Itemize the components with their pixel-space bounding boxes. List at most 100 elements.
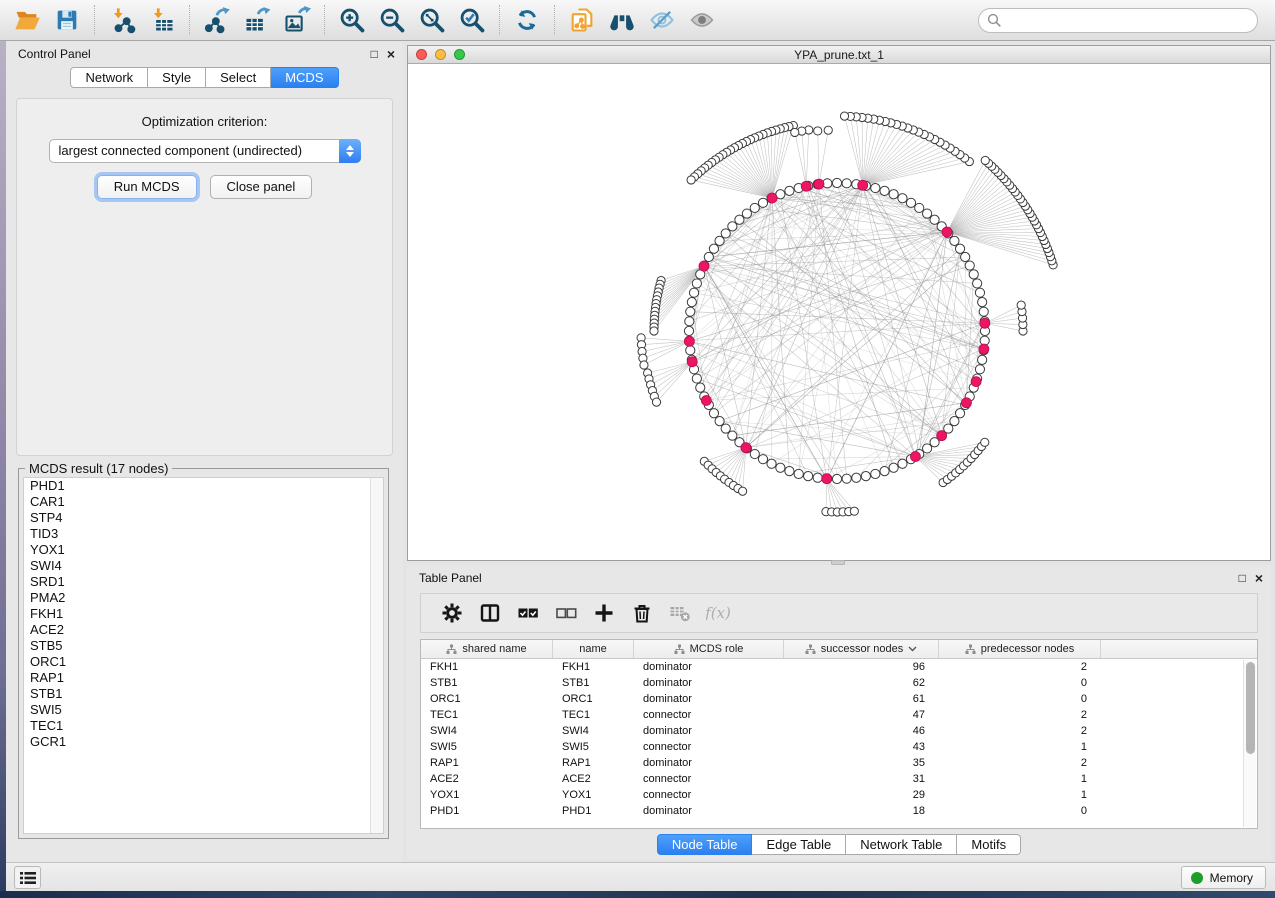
network-node[interactable] xyxy=(850,507,858,515)
network-node[interactable] xyxy=(758,455,767,464)
network-node[interactable] xyxy=(758,198,767,207)
network-node[interactable] xyxy=(785,186,794,195)
cell-predecessor-nodes[interactable]: 2 xyxy=(939,707,1101,723)
network-node[interactable] xyxy=(785,467,794,476)
tab-motifs[interactable]: Motifs xyxy=(957,834,1021,855)
network-window-titlebar[interactable]: YPA_prune.txt_1 xyxy=(408,46,1270,64)
add-row-button[interactable] xyxy=(585,597,623,629)
search-input[interactable] xyxy=(978,8,1258,33)
tab-select[interactable]: Select xyxy=(206,67,271,88)
network-hub-node-selected[interactable] xyxy=(937,431,947,441)
cell-name[interactable]: ACE2 xyxy=(553,771,634,787)
network-node[interactable] xyxy=(684,326,693,335)
table-row[interactable]: ORC1ORC1dominator610 xyxy=(421,691,1257,707)
network-node[interactable] xyxy=(692,374,701,383)
search-binoculars-button[interactable] xyxy=(602,3,642,37)
network-hub-node-selected[interactable] xyxy=(858,180,868,190)
cell-name[interactable]: YOX1 xyxy=(553,787,634,803)
network-node[interactable] xyxy=(692,279,701,288)
import-network-button[interactable] xyxy=(102,3,142,37)
network-hub-node-selected[interactable] xyxy=(741,443,751,453)
network-hub-node-selected[interactable] xyxy=(699,261,709,271)
column-header-successor-nodes[interactable]: successor nodes xyxy=(784,640,939,658)
result-list-item[interactable]: SWI4 xyxy=(24,558,383,574)
cell-shared-name[interactable]: PHD1 xyxy=(421,803,553,819)
result-list-item[interactable]: TID3 xyxy=(24,526,383,542)
cell-mcds-role[interactable]: dominator xyxy=(634,803,784,819)
cell-shared-name[interactable]: ACE2 xyxy=(421,771,553,787)
network-node[interactable] xyxy=(950,236,959,245)
cell-shared-name[interactable]: SWI5 xyxy=(421,739,553,755)
import-table-button[interactable] xyxy=(142,3,182,37)
tab-edge-table[interactable]: Edge Table xyxy=(752,834,846,855)
network-node[interactable] xyxy=(981,438,989,446)
cell-name[interactable]: ORC1 xyxy=(553,691,634,707)
network-node[interactable] xyxy=(889,190,898,199)
column-header-name[interactable]: name xyxy=(553,640,634,658)
zoom-fit-button[interactable] xyxy=(412,3,452,37)
network-hub-node-selected[interactable] xyxy=(910,452,920,462)
network-node[interactable] xyxy=(750,449,759,458)
cell-predecessor-nodes[interactable]: 2 xyxy=(939,755,1101,771)
cell-predecessor-nodes[interactable]: 2 xyxy=(939,659,1101,675)
result-list-item[interactable]: ORC1 xyxy=(24,654,383,670)
network-node[interactable] xyxy=(978,355,987,364)
network-node[interactable] xyxy=(804,472,813,481)
network-node[interactable] xyxy=(861,472,870,481)
cell-shared-name[interactable]: YOX1 xyxy=(421,787,553,803)
result-list-item[interactable]: YOX1 xyxy=(24,542,383,558)
network-node[interactable] xyxy=(685,317,694,326)
result-list-item[interactable]: PMA2 xyxy=(24,590,383,606)
table-row[interactable]: SWI5SWI5connector431 xyxy=(421,739,1257,755)
export-image-button[interactable] xyxy=(277,3,317,37)
network-hub-node-selected[interactable] xyxy=(979,344,989,354)
maximize-window-icon[interactable] xyxy=(454,49,465,60)
network-node[interactable] xyxy=(898,194,907,203)
column-header-mcds-role[interactable]: MCDS role xyxy=(634,640,784,658)
export-table-button[interactable] xyxy=(237,3,277,37)
result-list-item[interactable]: FKH1 xyxy=(24,606,383,622)
cell-successor-nodes[interactable]: 31 xyxy=(784,771,939,787)
network-hub-node-selected[interactable] xyxy=(980,318,990,328)
network-node[interactable] xyxy=(814,127,822,135)
network-node[interactable] xyxy=(686,346,695,355)
show-all-button[interactable] xyxy=(682,3,722,37)
cell-successor-nodes[interactable]: 46 xyxy=(784,723,939,739)
table-row[interactable]: STB1STB1dominator620 xyxy=(421,675,1257,691)
result-list-item[interactable]: PHD1 xyxy=(24,478,383,494)
table-row[interactable]: PHD1PHD1dominator180 xyxy=(421,803,1257,819)
select-all-checkboxes-button[interactable] xyxy=(509,597,547,629)
cell-name[interactable]: SWI5 xyxy=(553,739,634,755)
network-node[interactable] xyxy=(922,209,931,218)
cell-predecessor-nodes[interactable]: 1 xyxy=(939,771,1101,787)
network-node[interactable] xyxy=(955,244,964,253)
cell-successor-nodes[interactable]: 18 xyxy=(784,803,939,819)
network-graph-canvas[interactable] xyxy=(408,64,1270,560)
result-list-item[interactable]: TEC1 xyxy=(24,718,383,734)
cell-successor-nodes[interactable]: 43 xyxy=(784,739,939,755)
result-list-item[interactable]: GCR1 xyxy=(24,734,383,750)
network-node[interactable] xyxy=(776,463,785,472)
cell-predecessor-nodes[interactable]: 0 xyxy=(939,675,1101,691)
cell-name[interactable]: FKH1 xyxy=(553,659,634,675)
network-node[interactable] xyxy=(791,128,799,136)
save-session-button[interactable] xyxy=(47,3,87,37)
close-window-icon[interactable] xyxy=(416,49,427,60)
refresh-layout-button[interactable] xyxy=(507,3,547,37)
network-node[interactable] xyxy=(981,156,989,164)
network-node[interactable] xyxy=(978,298,987,307)
network-node[interactable] xyxy=(832,178,841,187)
cell-shared-name[interactable]: STB1 xyxy=(421,675,553,691)
cell-mcds-role[interactable]: connector xyxy=(634,787,784,803)
network-node[interactable] xyxy=(871,183,880,192)
network-node[interactable] xyxy=(961,252,970,261)
network-node[interactable] xyxy=(915,203,924,212)
cell-mcds-role[interactable]: dominator xyxy=(634,723,784,739)
network-node[interactable] xyxy=(973,279,982,288)
minimize-window-icon[interactable] xyxy=(435,49,446,60)
memory-button[interactable]: Memory xyxy=(1181,866,1266,889)
export-network-button[interactable] xyxy=(197,3,237,37)
cell-successor-nodes[interactable]: 61 xyxy=(784,691,939,707)
network-node[interactable] xyxy=(686,307,695,316)
result-list-item[interactable]: STP4 xyxy=(24,510,383,526)
